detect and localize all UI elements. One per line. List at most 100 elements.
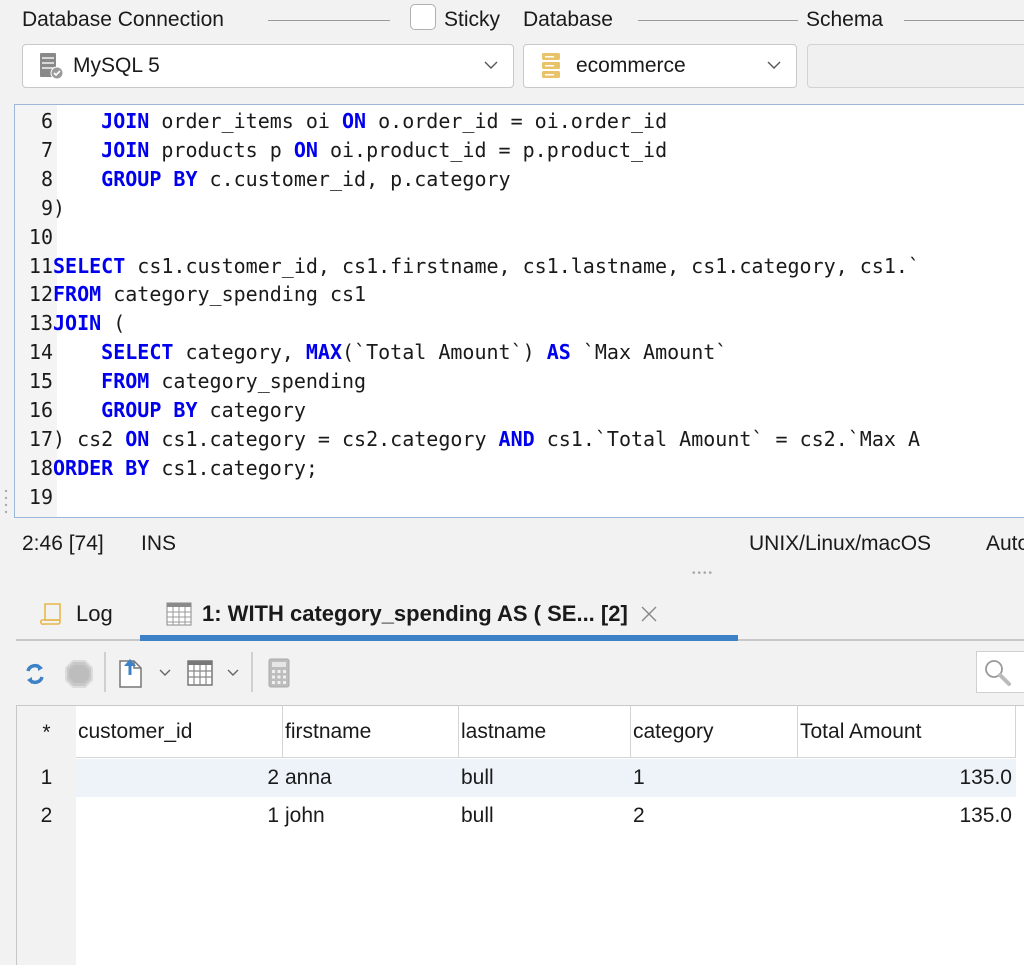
sql-text: products p bbox=[149, 137, 294, 162]
code-line[interactable]: 7 JOIN products p ON oi.product_id = p.p… bbox=[15, 136, 667, 165]
line-number: 10 bbox=[28, 224, 53, 249]
sql-text: category_spending bbox=[149, 369, 367, 394]
code-line[interactable]: 10 bbox=[15, 223, 53, 252]
status-extra: Auto bbox=[986, 532, 1024, 555]
table-cell[interactable]: 2 bbox=[631, 797, 798, 835]
scroll-icon bbox=[40, 603, 61, 626]
sql-keyword: AND bbox=[498, 426, 535, 451]
code-line[interactable]: 8 GROUP BY c.customer_id, p.category bbox=[15, 165, 511, 194]
sql-keyword: JOIN bbox=[101, 109, 150, 133]
sql-keyword: ON bbox=[342, 109, 367, 133]
connection-select[interactable]: MySQL 5 bbox=[22, 44, 514, 88]
line-number: 11 bbox=[28, 253, 53, 278]
table-cell[interactable]: anna bbox=[283, 759, 459, 797]
line-number: 16 bbox=[28, 398, 53, 422]
resize-grip-icon[interactable] bbox=[4, 488, 8, 518]
schema-select[interactable] bbox=[807, 44, 1024, 88]
sql-text: o.order_id = oi.order_id bbox=[366, 109, 668, 133]
sql-text: ( bbox=[101, 311, 126, 336]
select-all-corner[interactable]: * bbox=[17, 714, 76, 752]
sql-keyword: ON bbox=[293, 137, 318, 162]
column-header[interactable]: customer_id bbox=[76, 706, 283, 758]
divider-line bbox=[268, 20, 390, 21]
table-cell[interactable]: 1 bbox=[631, 759, 798, 797]
sql-text: cs1.customer_id, cs1.firstname, cs1.last… bbox=[125, 253, 920, 278]
schema-label: Schema bbox=[806, 8, 884, 31]
sticky-checkbox[interactable] bbox=[410, 4, 436, 30]
stop-icon[interactable] bbox=[64, 659, 94, 689]
sql-keyword: MAX bbox=[305, 340, 342, 365]
refresh-icon[interactable] bbox=[22, 660, 48, 688]
line-number: 8 bbox=[40, 166, 53, 191]
code-line[interactable]: 6 JOIN order_items oi ON o.order_id = oi… bbox=[15, 107, 667, 136]
line-number: 6 bbox=[40, 109, 53, 133]
export-dropdown-icon[interactable] bbox=[158, 667, 172, 679]
grid-dropdown-icon[interactable] bbox=[226, 667, 240, 679]
code-line[interactable]: 15 FROM category_spending bbox=[15, 367, 366, 396]
line-endings: UNIX/Linux/macOS bbox=[749, 532, 932, 555]
toolbar-separator bbox=[251, 652, 253, 692]
line-number: 13 bbox=[28, 311, 53, 336]
sql-keyword: FROM bbox=[53, 282, 102, 307]
table-cell[interactable]: 1 bbox=[76, 797, 283, 835]
database-value: ecommerce bbox=[576, 54, 686, 77]
code-line[interactable]: 19 bbox=[15, 483, 53, 512]
table-cell[interactable]: bull bbox=[459, 759, 631, 797]
export-icon[interactable] bbox=[118, 657, 144, 689]
sql-text: category, bbox=[173, 340, 306, 365]
tab-result-1[interactable]: 1: WITH category_spending AS ( SE... [2] bbox=[166, 592, 658, 636]
column-header[interactable]: category bbox=[631, 706, 798, 758]
table-cell[interactable]: 135.0 bbox=[798, 797, 1016, 835]
sql-keyword: AS bbox=[546, 340, 571, 365]
row-number[interactable]: 2 bbox=[17, 797, 76, 835]
active-tab-indicator bbox=[140, 635, 738, 641]
code-line[interactable]: 16 GROUP BY category bbox=[15, 396, 306, 425]
sql-keyword: SELECT bbox=[53, 253, 126, 278]
sql-text: ) cs2 bbox=[53, 426, 126, 451]
sql-text: c.customer_id, p.category bbox=[197, 166, 511, 191]
chevron-down-icon bbox=[484, 61, 498, 69]
close-icon[interactable] bbox=[640, 605, 658, 623]
sql-text: order_items oi bbox=[149, 109, 342, 133]
sql-keyword: ON bbox=[125, 426, 150, 451]
column-header[interactable]: Total Amount bbox=[798, 706, 1016, 758]
sql-keyword: JOIN bbox=[53, 311, 102, 336]
table-cell[interactable]: 135.0 bbox=[798, 759, 1016, 797]
sql-text: ) bbox=[53, 195, 66, 220]
sticky-label[interactable]: Sticky bbox=[444, 8, 500, 32]
results-grid[interactable]: * customer_id firstname lastname category Tot… bbox=[16, 705, 1024, 965]
sql-keyword: FROM bbox=[101, 369, 150, 394]
calculator-icon[interactable] bbox=[268, 658, 290, 688]
tab-log[interactable]: Log bbox=[40, 592, 113, 636]
code-line[interactable]: 9) bbox=[15, 194, 65, 223]
sql-keyword: GROUP BY bbox=[101, 166, 198, 191]
sql-text: category_spending cs1 bbox=[101, 282, 367, 307]
server-icon bbox=[39, 52, 65, 80]
sql-text: cs1.category = cs2.category bbox=[149, 426, 499, 451]
row-number[interactable]: 1 bbox=[17, 759, 76, 797]
column-header[interactable]: firstname bbox=[283, 706, 459, 758]
table-cell[interactable]: bull bbox=[459, 797, 631, 835]
search-input[interactable] bbox=[976, 651, 1024, 693]
line-number: 9 bbox=[40, 195, 53, 220]
table-cell[interactable]: john bbox=[283, 797, 459, 835]
code-line[interactable]: 13JOIN ( bbox=[15, 309, 125, 338]
code-line[interactable]: 14 SELECT category, MAX(`Total Amount`) … bbox=[15, 338, 727, 367]
toolbar-separator bbox=[104, 652, 106, 692]
code-line[interactable]: 11SELECT cs1.customer_id, cs1.firstname,… bbox=[15, 252, 920, 281]
code-line[interactable]: 12FROM category_spending cs1 bbox=[15, 280, 366, 309]
code-line[interactable]: 17) cs2 ON cs1.category = cs2.category A… bbox=[15, 425, 920, 454]
column-header[interactable]: lastname bbox=[459, 706, 631, 758]
database-select[interactable]: ecommerce bbox=[523, 44, 797, 88]
table-cell[interactable]: 2 bbox=[76, 759, 283, 797]
splitter-handle[interactable]: •••• bbox=[692, 568, 714, 579]
sql-editor[interactable]: 6 JOIN order_items oi ON o.order_id = oi… bbox=[14, 104, 1024, 518]
code-line[interactable]: 18ORDER BY cs1.category; bbox=[15, 454, 318, 483]
sql-keyword: SELECT bbox=[101, 340, 174, 365]
search-icon bbox=[985, 660, 1011, 686]
grid-layout-icon[interactable] bbox=[186, 659, 214, 687]
sql-text: cs1.category; bbox=[149, 455, 318, 480]
